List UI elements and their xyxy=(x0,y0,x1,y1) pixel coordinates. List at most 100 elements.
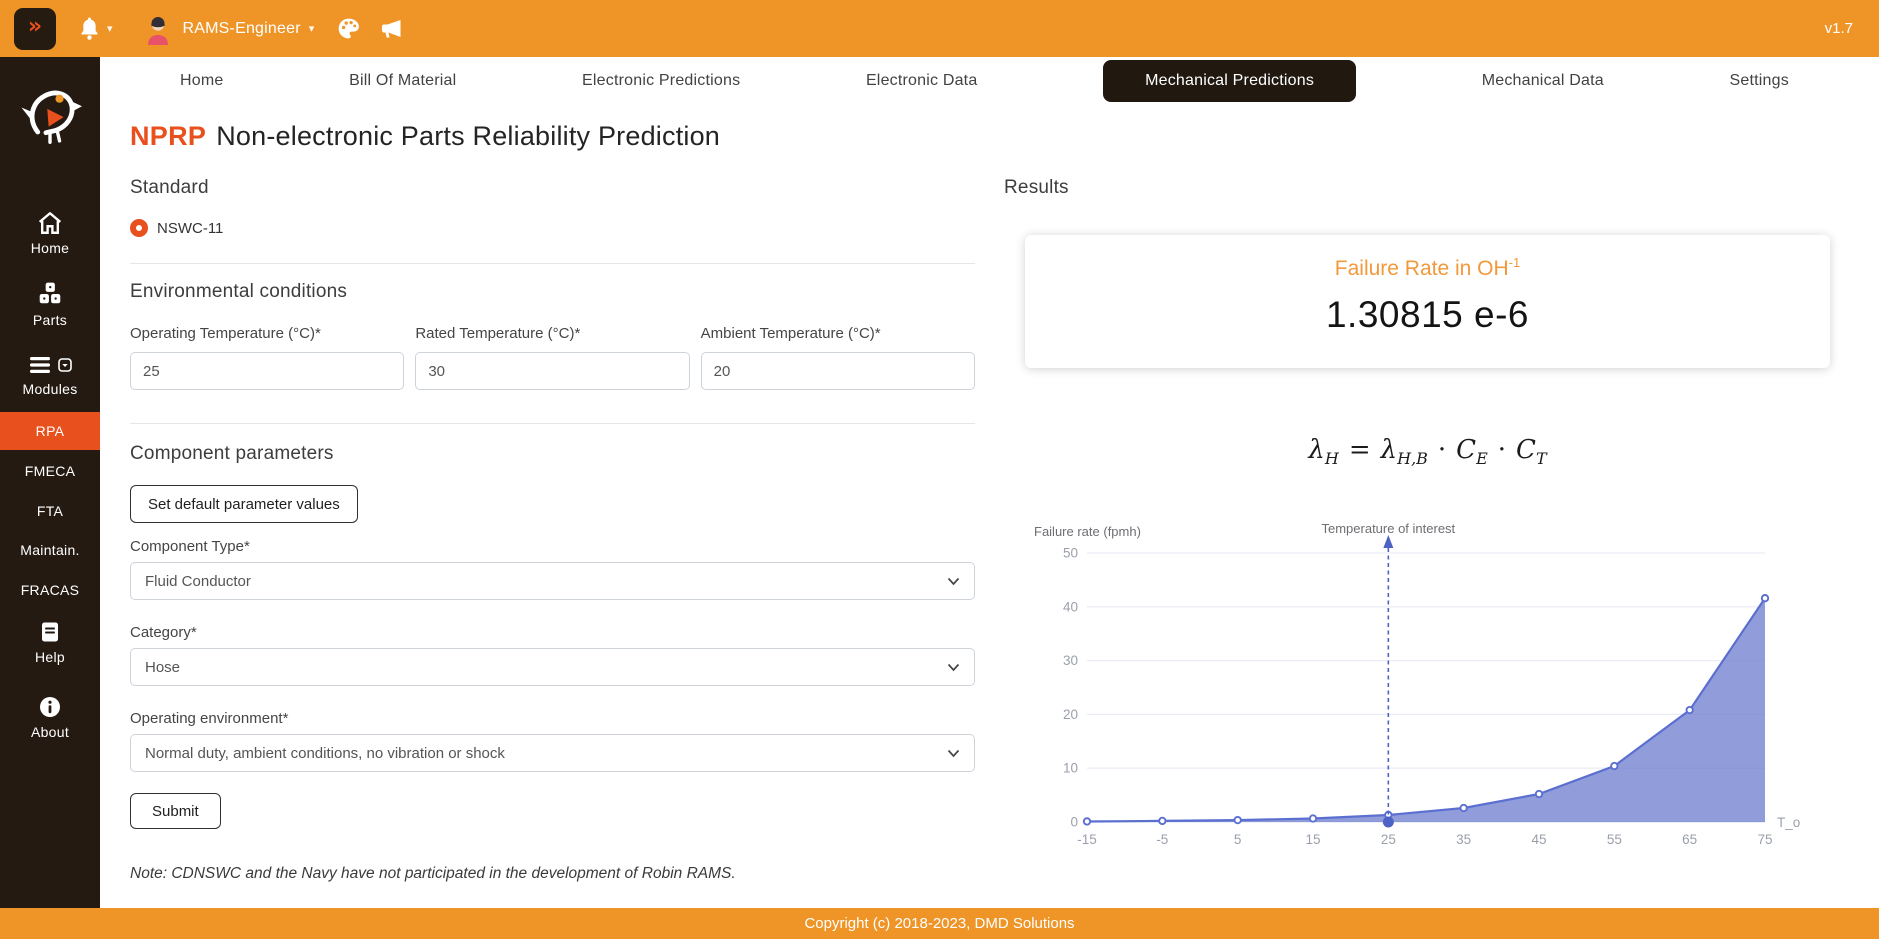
sidebar-toggle-button[interactable]: » xyxy=(14,8,56,50)
footer: Copyright (c) 2018-2023, DMD Solutions xyxy=(0,908,1879,939)
sidebar-item-label: FRACAS xyxy=(21,582,80,598)
svg-text:75: 75 xyxy=(1757,832,1772,847)
note-text: Note: CDNSWC and the Navy have not parti… xyxy=(130,865,736,883)
sidebar-item-parts[interactable]: Parts xyxy=(0,281,100,328)
component-type-value: Fluid Conductor xyxy=(145,573,251,590)
notifications-caret-icon[interactable]: ▾ xyxy=(107,22,113,35)
sidebar-item-label: RPA xyxy=(36,423,65,439)
sidebar-item-label: Parts xyxy=(33,312,67,328)
double-chevron-icon: » xyxy=(28,14,42,39)
divider xyxy=(130,423,975,424)
sidebar-item-modules[interactable]: Modules xyxy=(0,354,100,397)
sidebar-item-label: Modules xyxy=(22,381,77,397)
robin-rams-logo[interactable] xyxy=(16,77,84,149)
sidebar-item-label: Home xyxy=(31,240,70,256)
submit-button[interactable]: Submit xyxy=(130,793,221,829)
sidebar-item-home[interactable]: Home xyxy=(0,211,100,256)
svg-text:Temperature of interest: Temperature of interest xyxy=(1321,521,1455,536)
app-version: v1.7 xyxy=(1825,20,1853,37)
user-menu[interactable]: RAMS-Engineer ▾ xyxy=(183,20,315,38)
ambient-temperature-field: Ambient Temperature (°C)* xyxy=(701,325,975,390)
robin-bird-icon xyxy=(16,77,84,149)
category-select[interactable]: Hose xyxy=(130,648,975,686)
category-value: Hose xyxy=(145,659,180,676)
radio-nswc11[interactable] xyxy=(130,219,148,237)
top-bar: » ▾ RAMS-Engineer ▾ v1.7 xyxy=(0,0,1879,57)
component-type-select[interactable]: Fluid Conductor xyxy=(130,562,975,600)
svg-text:30: 30 xyxy=(1063,653,1078,668)
tab-settings[interactable]: Settings xyxy=(1730,72,1789,90)
failure-rate-value: 1.30815 e-6 xyxy=(1025,294,1830,336)
operating-temperature-label: Operating Temperature (°C)* xyxy=(130,325,404,342)
standard-option-row: NSWC-11 xyxy=(130,219,223,237)
chevron-down-icon xyxy=(947,577,960,586)
svg-text:T_o: T_o xyxy=(1777,815,1800,830)
announcements-megaphone-icon[interactable] xyxy=(379,17,404,41)
tab-mechanical-data[interactable]: Mechanical Data xyxy=(1482,72,1604,90)
chevron-down-icon xyxy=(947,749,960,758)
component-parameters-heading: Component parameters xyxy=(130,443,334,465)
divider xyxy=(130,263,975,264)
svg-text:0: 0 xyxy=(1070,815,1078,830)
svg-text:5: 5 xyxy=(1234,832,1242,847)
rated-temperature-field: Rated Temperature (°C)* xyxy=(415,325,689,390)
results-heading: Results xyxy=(1004,177,1069,199)
failure-rate-card: Failure Rate in OH-1 1.30815 e-6 xyxy=(1025,235,1830,368)
svg-text:35: 35 xyxy=(1456,832,1471,847)
radio-nswc11-label: NSWC-11 xyxy=(157,220,223,237)
svg-text:65: 65 xyxy=(1682,832,1697,847)
environmental-conditions-heading: Environmental conditions xyxy=(130,281,347,303)
operating-temperature-field: Operating Temperature (°C)* xyxy=(130,325,404,390)
user-menu-caret-icon: ▾ xyxy=(309,22,315,35)
svg-text:55: 55 xyxy=(1607,832,1622,847)
rated-temperature-label: Rated Temperature (°C)* xyxy=(415,325,689,342)
standard-heading: Standard xyxy=(130,177,209,199)
help-book-icon xyxy=(38,620,62,644)
sidebar-item-help[interactable]: Help xyxy=(0,620,100,665)
svg-text:Failure rate (fpmh): Failure rate (fpmh) xyxy=(1034,524,1141,539)
tab-home[interactable]: Home xyxy=(180,72,223,90)
rated-temperature-input[interactable] xyxy=(415,352,689,390)
sidebar-item-about[interactable]: About xyxy=(0,695,100,740)
svg-text:25: 25 xyxy=(1381,832,1396,847)
operating-temperature-input[interactable] xyxy=(130,352,404,390)
sidebar-item-label: Maintain. xyxy=(20,542,80,558)
ambient-temperature-label: Ambient Temperature (°C)* xyxy=(701,325,975,342)
operating-environment-value: Normal duty, ambient conditions, no vibr… xyxy=(145,745,505,762)
sidebar-item-fmeca[interactable]: FMECA xyxy=(0,463,100,479)
collapse-caret-icon xyxy=(58,358,72,372)
chevron-down-icon xyxy=(947,663,960,672)
failure-rate-chart: 01020304050-15-5515253545556575Temperatu… xyxy=(1030,513,1830,873)
sidebar-item-rpa[interactable]: RPA xyxy=(0,412,100,450)
sidebar-item-label: Help xyxy=(35,649,65,665)
tab-mechanical-predictions[interactable]: Mechanical Predictions xyxy=(1103,60,1356,102)
user-avatar[interactable] xyxy=(143,13,173,45)
tab-electronic-data[interactable]: Electronic Data xyxy=(866,72,978,90)
info-circle-icon xyxy=(38,695,62,719)
area-chart-canvas: 01020304050-15-5515253545556575Temperatu… xyxy=(1030,513,1830,873)
tab-bill-of-material[interactable]: Bill Of Material xyxy=(349,72,456,90)
sidebar-item-fracas[interactable]: FRACAS xyxy=(0,582,100,598)
user-name: RAMS-Engineer xyxy=(183,20,301,38)
sidebar: Home Parts Modules RPA FMECA FTA Maintai… xyxy=(0,57,100,908)
copyright-text: Copyright (c) 2018-2023, DMD Solutions xyxy=(804,915,1074,932)
set-default-parameters-button[interactable]: Set default parameter values xyxy=(130,485,358,523)
tab-electronic-predictions[interactable]: Electronic Predictions xyxy=(582,72,740,90)
operating-environment-label: Operating environment* xyxy=(130,710,288,727)
sidebar-item-label: FTA xyxy=(37,503,63,519)
svg-text:10: 10 xyxy=(1063,761,1078,776)
svg-text:50: 50 xyxy=(1063,546,1078,561)
operating-environment-select[interactable]: Normal duty, ambient conditions, no vibr… xyxy=(130,734,975,772)
page-title-abbr: NPRP xyxy=(130,121,206,151)
notifications-bell-icon[interactable] xyxy=(78,16,101,41)
home-icon xyxy=(37,211,63,235)
environmental-fields-row: Operating Temperature (°C)* Rated Temper… xyxy=(130,325,975,390)
sidebar-item-fta[interactable]: FTA xyxy=(0,503,100,519)
ambient-temperature-input[interactable] xyxy=(701,352,975,390)
modules-menu-icon xyxy=(28,354,72,376)
theme-palette-icon[interactable] xyxy=(336,16,361,41)
sidebar-item-label: FMECA xyxy=(25,463,76,479)
failure-rate-formula: λH=λH,B·CE·CT xyxy=(1025,435,1830,468)
sidebar-item-maintain[interactable]: Maintain. xyxy=(0,542,100,558)
sidebar-item-label: About xyxy=(31,724,69,740)
